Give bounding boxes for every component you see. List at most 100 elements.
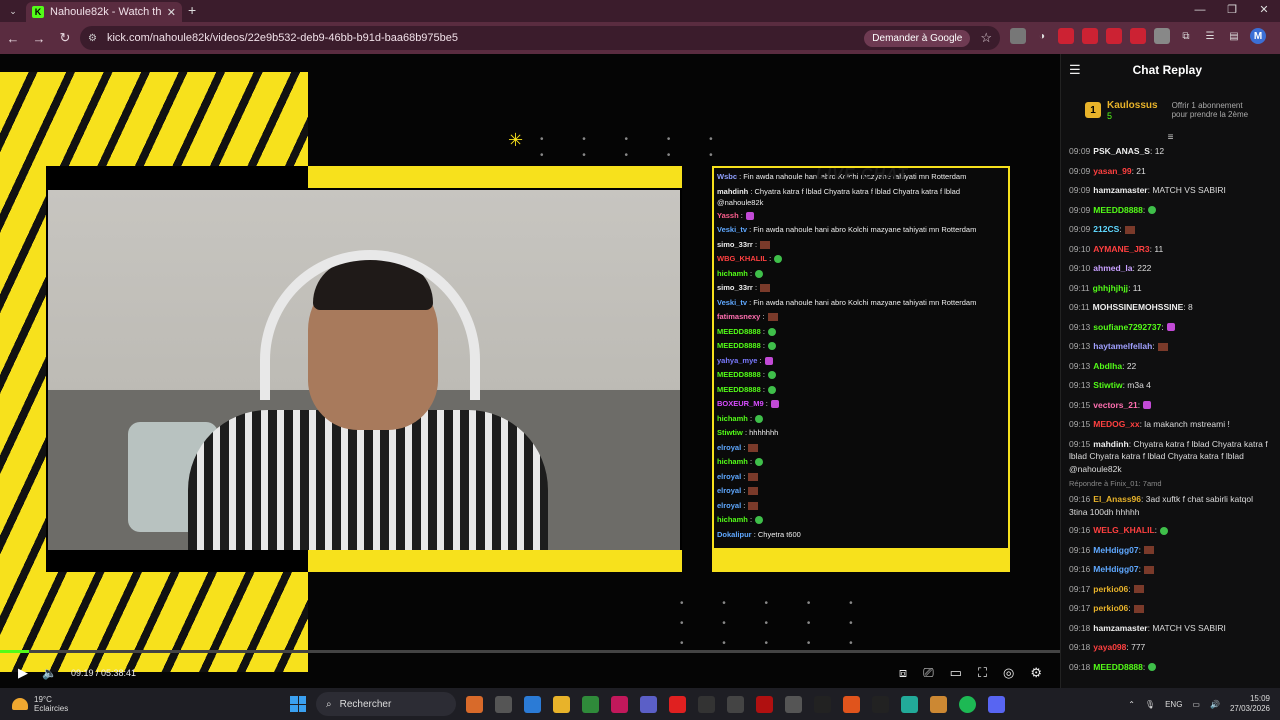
bookmark-star-icon[interactable]: ☆	[980, 30, 992, 46]
chat-message[interactable]: 09:16 MeHdigg07:	[1069, 560, 1272, 580]
message-username[interactable]: AYMANE_JR3	[1093, 244, 1149, 254]
message-username[interactable]: MOHSSINEMOHSSINE	[1093, 302, 1184, 312]
reload-icon[interactable]: ↻	[52, 30, 78, 46]
volume-tray-icon[interactable]: 🔊	[1210, 700, 1220, 709]
message-username[interactable]: haytamelfellah	[1093, 341, 1152, 351]
app-icon[interactable]	[756, 695, 773, 713]
app-icon[interactable]	[872, 695, 889, 713]
menu-kebab-icon[interactable]: ⋮	[1274, 28, 1280, 44]
extension-icon[interactable]	[1154, 28, 1170, 44]
collapse-chat-icon[interactable]: ☰	[1069, 62, 1081, 78]
chat-message[interactable]: 09:16 MeHdigg07:	[1069, 541, 1272, 561]
task-view-icon[interactable]	[495, 695, 512, 713]
message-username[interactable]: vectors_21	[1093, 400, 1137, 410]
message-username[interactable]: MEDOG_xx	[1093, 419, 1139, 429]
message-username[interactable]: WELG_KHALIL	[1093, 525, 1154, 535]
forward-icon[interactable]: →	[26, 31, 52, 46]
volume-icon[interactable]: 🔈	[42, 666, 57, 680]
back-icon[interactable]: ←	[0, 31, 26, 46]
message-username[interactable]: hamzamaster	[1093, 623, 1147, 633]
play-icon[interactable]: ▶	[18, 665, 28, 681]
pip-icon[interactable]: ⧈	[899, 665, 907, 681]
browser-tab[interactable]: K Nahoule82k - Watch the VOD o ✕	[26, 2, 182, 22]
site-info-icon[interactable]: ⚙	[88, 33, 97, 44]
url-text[interactable]: kick.com/nahoule82k/videos/22e9b532-deb9…	[107, 32, 864, 44]
chat-message[interactable]: 09:18 MEEDD8888:	[1069, 658, 1272, 678]
speed-icon[interactable]: ◎	[1003, 665, 1014, 681]
chat-message[interactable]: 09:17 perkio06:	[1069, 599, 1272, 619]
weather-widget[interactable]: 19°C Eclaircies	[0, 695, 290, 713]
network-icon[interactable]: ▭	[1192, 700, 1200, 709]
chat-message[interactable]: 09:11 ghhjhjhjj: 11	[1069, 279, 1272, 299]
message-username[interactable]: yaya098	[1093, 642, 1126, 652]
message-username[interactable]: 212CS	[1093, 224, 1119, 234]
chat-message[interactable]: 09:13 soufiane7292737:	[1069, 318, 1272, 338]
translate-extension-icon[interactable]: ◑	[1034, 28, 1050, 44]
message-username[interactable]: perkio06	[1093, 584, 1128, 594]
app-icon[interactable]	[930, 695, 947, 713]
app-icon[interactable]	[727, 695, 744, 713]
seek-bar[interactable]	[0, 650, 1060, 653]
language-indicator[interactable]: ENG	[1165, 700, 1182, 709]
message-username[interactable]: ahmed_la	[1093, 263, 1132, 273]
tray-chevron-icon[interactable]: ⌃	[1128, 700, 1135, 709]
taskbar-search[interactable]: ⌕ Rechercher	[316, 692, 456, 716]
app-icon[interactable]	[785, 695, 802, 713]
chat-message[interactable]: 09:09 MEEDD8888:	[1069, 201, 1272, 221]
teams-icon[interactable]	[640, 695, 657, 713]
reading-list-icon[interactable]: ☰	[1202, 28, 1218, 44]
url-bar[interactable]: ⚙ kick.com/nahoule82k/videos/22e9b532-de…	[80, 26, 1000, 50]
brave-icon[interactable]	[843, 695, 860, 713]
close-tab-icon[interactable]: ✕	[167, 6, 176, 19]
message-username[interactable]: Stiwtiw	[1093, 380, 1122, 390]
clip-icon[interactable]: ⎚	[923, 665, 933, 681]
app-icon[interactable]	[901, 695, 918, 713]
chat-message[interactable]: 09:09 yasan_99: 21	[1069, 162, 1272, 182]
chat-message[interactable]: 09:09 PSK_ANAS_S: 12	[1069, 142, 1272, 162]
chat-message[interactable]: 09:09 212CS:	[1069, 220, 1272, 240]
app-icon[interactable]	[466, 695, 483, 713]
ask-google-button[interactable]: Demander à Google	[864, 29, 971, 47]
extension-icon[interactable]	[1082, 28, 1098, 44]
fullscreen-icon[interactable]: ⛶	[978, 665, 987, 681]
chat-message[interactable]: 09:15 mahdinh: Chyatra katra f lblad Chya…	[1069, 435, 1272, 479]
spotify-icon[interactable]	[959, 695, 976, 713]
close-window-icon[interactable]: ✕	[1248, 0, 1280, 22]
theater-mode-icon[interactable]: ▭	[950, 665, 962, 681]
extension-icon[interactable]	[1106, 28, 1122, 44]
message-username[interactable]: perkio06	[1093, 603, 1128, 613]
copilot-icon[interactable]	[524, 695, 541, 713]
chat-message[interactable]: 09:13 haytamelfellah:	[1069, 337, 1272, 357]
extension-icon[interactable]	[1130, 28, 1146, 44]
video-player[interactable]: ✳ • • • • • • • • • • • • • • • • • • • …	[0, 54, 1060, 688]
sub-gift-leaderboard[interactable]: 1 Kaulossus 5 Offrir 1 abonnement pour p…	[1067, 90, 1274, 130]
chat-message[interactable]: 09:16 El_Anass96: 3ad xuftk f chat sabirl…	[1069, 490, 1272, 521]
chat-message[interactable]: 09:15 MEDOG_xx: la makanch mstreami !	[1069, 415, 1272, 435]
app-icon[interactable]	[611, 695, 628, 713]
profile-avatar[interactable]: M	[1250, 28, 1266, 44]
message-username[interactable]: MeHdigg07	[1093, 545, 1138, 555]
message-username[interactable]: hamzamaster	[1093, 185, 1147, 195]
extension-icon[interactable]	[1010, 28, 1026, 44]
extensions-puzzle-icon[interactable]: ⧉	[1178, 28, 1194, 44]
file-explorer-icon[interactable]	[553, 695, 570, 713]
discord-icon[interactable]	[988, 695, 1005, 713]
message-username[interactable]: yasan_99	[1093, 166, 1131, 176]
message-username[interactable]: MEEDD8888	[1093, 662, 1143, 672]
message-username[interactable]: MeHdigg07	[1093, 564, 1138, 574]
message-username[interactable]: soufiane7292737	[1093, 322, 1161, 332]
maximize-icon[interactable]: ❐	[1216, 0, 1248, 22]
message-username[interactable]: Abdlha	[1093, 361, 1122, 371]
minimize-icon[interactable]: —	[1184, 0, 1216, 22]
chat-message[interactable]: 09:18 hamzamaster: MATCH VS SABIRI	[1069, 619, 1272, 639]
app-icon[interactable]	[814, 695, 831, 713]
chat-message[interactable]: 09:13 Abdlha: 22	[1069, 357, 1272, 377]
sidebar-icon[interactable]: ▤	[1226, 28, 1242, 44]
chat-message[interactable]: 09:16 WELG_KHALIL:	[1069, 521, 1272, 541]
chat-message[interactable]: 09:09 hamzamaster: MATCH VS SABIRI	[1069, 181, 1272, 201]
clock[interactable]: 15:09 27/03/2026	[1230, 694, 1270, 714]
chat-message[interactable]: 09:18 yaya098: 777	[1069, 638, 1272, 658]
chat-message[interactable]: 09:10 AYMANE_JR3: 11	[1069, 240, 1272, 260]
chat-message[interactable]: 09:10 ahmed_la: 222	[1069, 259, 1272, 279]
gift-sub-offer[interactable]: Offrir 1 abonnement pour prendre la 2ème	[1172, 101, 1249, 119]
